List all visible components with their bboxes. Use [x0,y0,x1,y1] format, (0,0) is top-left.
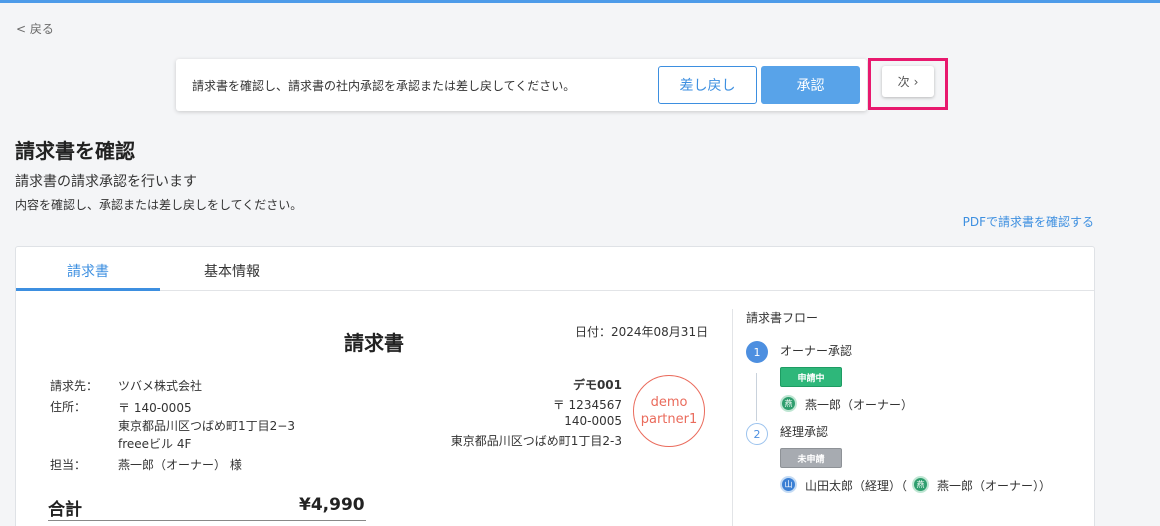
address-line: 東京都品川区つばめ町1丁目2−3 [118,419,295,433]
tab-invoice[interactable]: 請求書 [16,261,160,281]
contact-value: 燕一郎（オーナー） 様 [118,458,242,472]
total-divider [48,520,366,521]
address-label: 住所： [50,400,87,414]
step-connector [756,373,757,421]
company-seal: demo partner1 [633,375,705,447]
total-amount: ¥4,990 [299,495,365,515]
approval-instruction: 請求書を確認し、請求書の社内承認を承認または差し戻してください。 [192,79,576,93]
next-button-label: 次 [897,75,910,89]
avatar: 燕 [912,476,929,493]
avatar: 燕 [780,395,797,412]
invoice-date: 日付：2024年08月31日 [575,325,709,339]
issuer-name: デモ001 [572,378,622,392]
invoice-card: 請求書 基本情報 請求書 日付：2024年08月31日 請求先： ツバメ株式会社… [15,246,1095,526]
approver-name: 燕一郎（オーナー） [805,398,914,412]
approve-button[interactable]: 承認 [761,66,860,104]
section-divider [732,309,733,526]
approval-action-bar: 請求書を確認し、請求書の社内承認を承認または差し戻してください。 差し戻し 承認 [176,59,867,111]
tab-basic-info[interactable]: 基本情報 [160,261,304,281]
flow-title: 請求書フロー [746,311,819,325]
chevron-right-icon: › [913,74,919,89]
step-number-badge: 1 [746,341,768,363]
step-number-badge: 2 [746,423,768,445]
billing-to-label: 請求先： [50,379,99,393]
back-link[interactable]: < 戻る [16,20,54,37]
page-title: 請求書を確認 [15,139,135,163]
tab-bar: 請求書 基本情報 [16,247,1094,291]
view-pdf-link[interactable]: PDFで請求書を確認する [963,213,1094,230]
avatar: 山 [780,476,797,493]
status-badge: 未申請 [780,448,842,468]
step-name: オーナー承認 [780,344,853,358]
total-label: 合計 [48,500,82,520]
next-button[interactable]: 次 › [882,66,934,97]
issuer-postal: 〒 1234567 [552,398,622,412]
contact-label: 担当： [50,458,87,472]
send-back-button[interactable]: 差し戻し [658,66,757,104]
issuer-postal-code: 140-0005 [564,414,622,428]
active-tab-indicator [16,288,160,291]
seal-text: demo [650,395,688,410]
page-description: 内容を確認し、承認または差し戻しをしてください。 [15,198,303,212]
address-line: 〒 140-0005 [118,401,192,415]
billing-to-value: ツバメ株式会社 [118,379,203,393]
address-line: freeeビル 4F [118,437,192,451]
approver-name: 山田太郎（経理）（ [805,479,908,493]
page-subtitle: 請求書の請求承認を行います [15,174,197,190]
issuer-address: 東京都品川区つばめ町1丁目2-3 [450,434,622,448]
seal-text: partner1 [640,412,698,427]
invoice-title: 請求書 [344,331,404,355]
top-accent-bar [0,0,1160,3]
status-badge: 申請中 [780,367,842,387]
approver-name: 燕一郎（オーナー）） [937,479,1052,493]
step-name: 経理承認 [780,425,829,439]
